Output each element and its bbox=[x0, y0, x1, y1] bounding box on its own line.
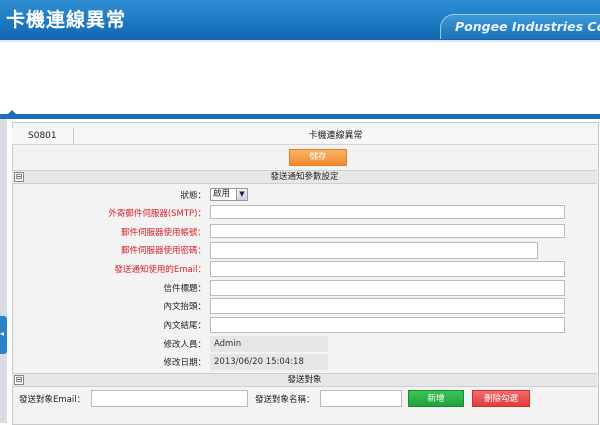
modified-date-label: 修改日期： bbox=[163, 358, 206, 368]
company-name: Pongee Industries Co bbox=[455, 19, 600, 34]
email-row: 發送通知使用的Email： bbox=[12, 260, 597, 278]
subject-input[interactable] bbox=[210, 280, 565, 296]
app-banner: 卡機連線異常 Pongee Industries Co bbox=[0, 0, 600, 42]
status-row: 狀態： 啟用 ▼ bbox=[12, 186, 597, 204]
password-input[interactable] bbox=[210, 242, 538, 259]
left-side-bar bbox=[0, 119, 7, 423]
triangle-marker-icon bbox=[7, 110, 17, 115]
modifier-row: 修改人員： Admin bbox=[12, 335, 597, 353]
modified-date-value: 2013/06/20 15:04:18 bbox=[210, 354, 328, 370]
function-name: 卡機連線異常 bbox=[308, 131, 363, 141]
section-recipients: ⊟ 發送對象 bbox=[12, 373, 597, 387]
account-label: 郵件伺服器使用帳號： bbox=[120, 228, 206, 238]
arrow-left-icon: ◂ bbox=[0, 329, 5, 338]
section-title: 發送對象 bbox=[287, 375, 322, 385]
recipient-email-input[interactable] bbox=[91, 390, 248, 407]
add-recipient-button[interactable]: 新增 bbox=[408, 390, 464, 407]
password-row: 郵件伺服器使用密碼： bbox=[12, 241, 597, 259]
smtp-row: 外寄郵件伺服器(SMTP)： bbox=[12, 204, 597, 222]
subject-row: 信件標題： bbox=[12, 279, 597, 297]
page-title: 卡機連線異常 bbox=[6, 9, 127, 31]
status-label: 狀態： bbox=[180, 191, 206, 201]
banner-divider bbox=[0, 40, 600, 42]
ending-input[interactable] bbox=[210, 317, 565, 333]
modifier-value: Admin bbox=[210, 336, 328, 352]
recipient-name-input[interactable] bbox=[320, 390, 402, 407]
recipient-name-label: 發送對象名稱： bbox=[255, 395, 315, 405]
smtp-input[interactable] bbox=[210, 205, 565, 219]
account-row: 郵件伺服器使用帳號： bbox=[12, 223, 597, 241]
status-selected-value: 啟用 bbox=[213, 189, 231, 199]
intro-row: 內文抬頭： bbox=[12, 297, 597, 315]
email-label: 發送通知使用的Email： bbox=[114, 265, 206, 275]
smtp-label: 外寄郵件伺服器(SMTP)： bbox=[108, 209, 206, 219]
subject-label: 信件標題： bbox=[163, 284, 206, 294]
recipient-form: 發送對象Email： 發送對象名稱： 新增 刪除勾選 bbox=[12, 387, 597, 411]
modifier-label: 修改人員： bbox=[163, 340, 206, 350]
section-title: 發送通知參數設定 bbox=[270, 172, 339, 182]
password-label: 郵件伺服器使用密碼： bbox=[120, 246, 206, 256]
email-input[interactable] bbox=[210, 261, 565, 277]
intro-input[interactable] bbox=[210, 298, 565, 314]
ending-label: 內文結尾： bbox=[163, 321, 206, 331]
status-select[interactable]: 啟用 ▼ bbox=[210, 188, 248, 201]
collapse-sidebar-handle[interactable]: ◂ bbox=[0, 316, 7, 354]
ending-row: 內文結尾： bbox=[12, 316, 597, 334]
recipient-email-label: 發送對象Email： bbox=[19, 395, 86, 405]
modified-date-row: 修改日期： 2013/06/20 15:04:18 bbox=[12, 353, 597, 371]
function-code: S0801 bbox=[12, 128, 74, 144]
company-tab: Pongee Industries Co bbox=[440, 14, 600, 39]
function-header: S0801 卡機連線異常 bbox=[12, 128, 597, 145]
section-notify-settings: ⊟ 發送通知參數設定 bbox=[12, 170, 597, 184]
chevron-down-icon: ▼ bbox=[236, 189, 247, 200]
save-button[interactable]: 儲存 bbox=[289, 149, 347, 166]
content-top-line bbox=[0, 110, 600, 119]
account-input[interactable] bbox=[210, 224, 565, 238]
intro-label: 內文抬頭： bbox=[163, 302, 206, 312]
delete-selected-button[interactable]: 刪除勾選 bbox=[472, 390, 530, 407]
